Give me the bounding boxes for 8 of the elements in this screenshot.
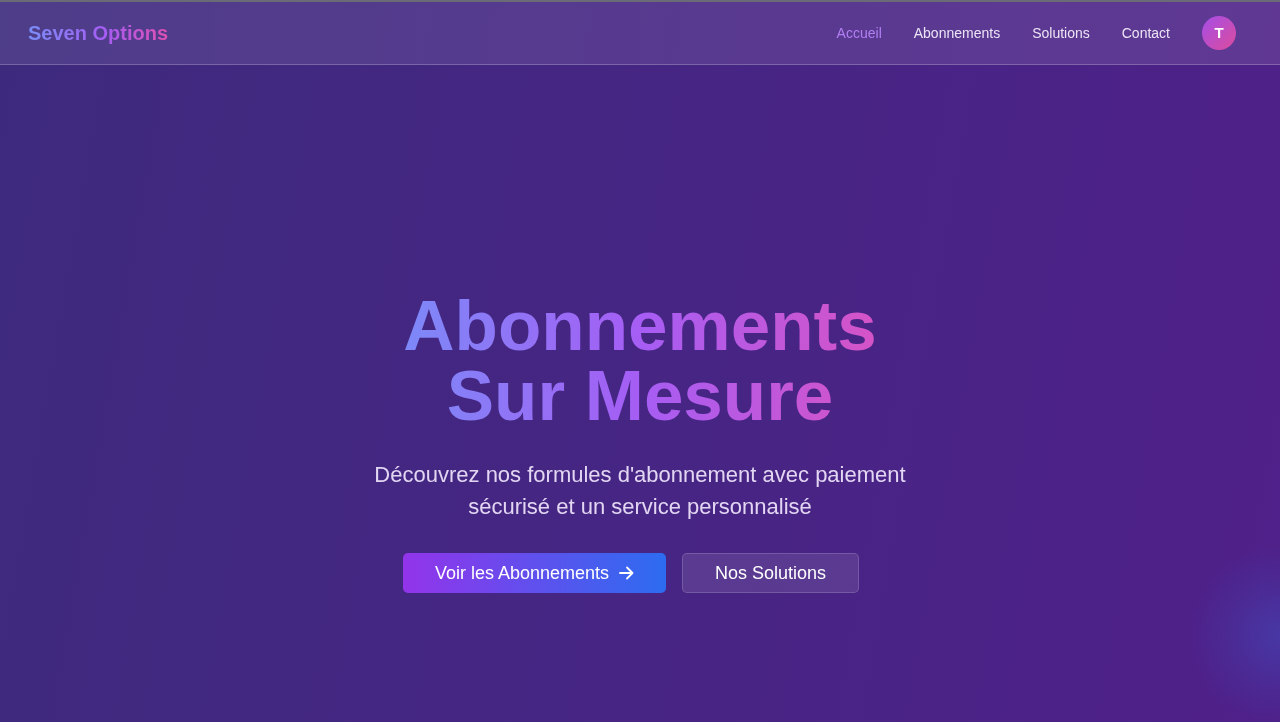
secondary-button[interactable]: Nos Solutions [682,553,860,593]
avatar-button[interactable]: T [1202,16,1236,50]
nav-link[interactable]: Contact [1121,24,1170,42]
primary-button[interactable]: Voir les Abonnements [402,553,667,593]
arrow-right-icon [619,566,635,580]
hero-subtitle: Découvrez nos formules d'abonnement avec paiement sécurisé et un service personnalisé [373,461,907,521]
nav-link[interactable]: Abonnements [913,24,1001,42]
nav-link[interactable]: Solutions [1032,24,1090,42]
